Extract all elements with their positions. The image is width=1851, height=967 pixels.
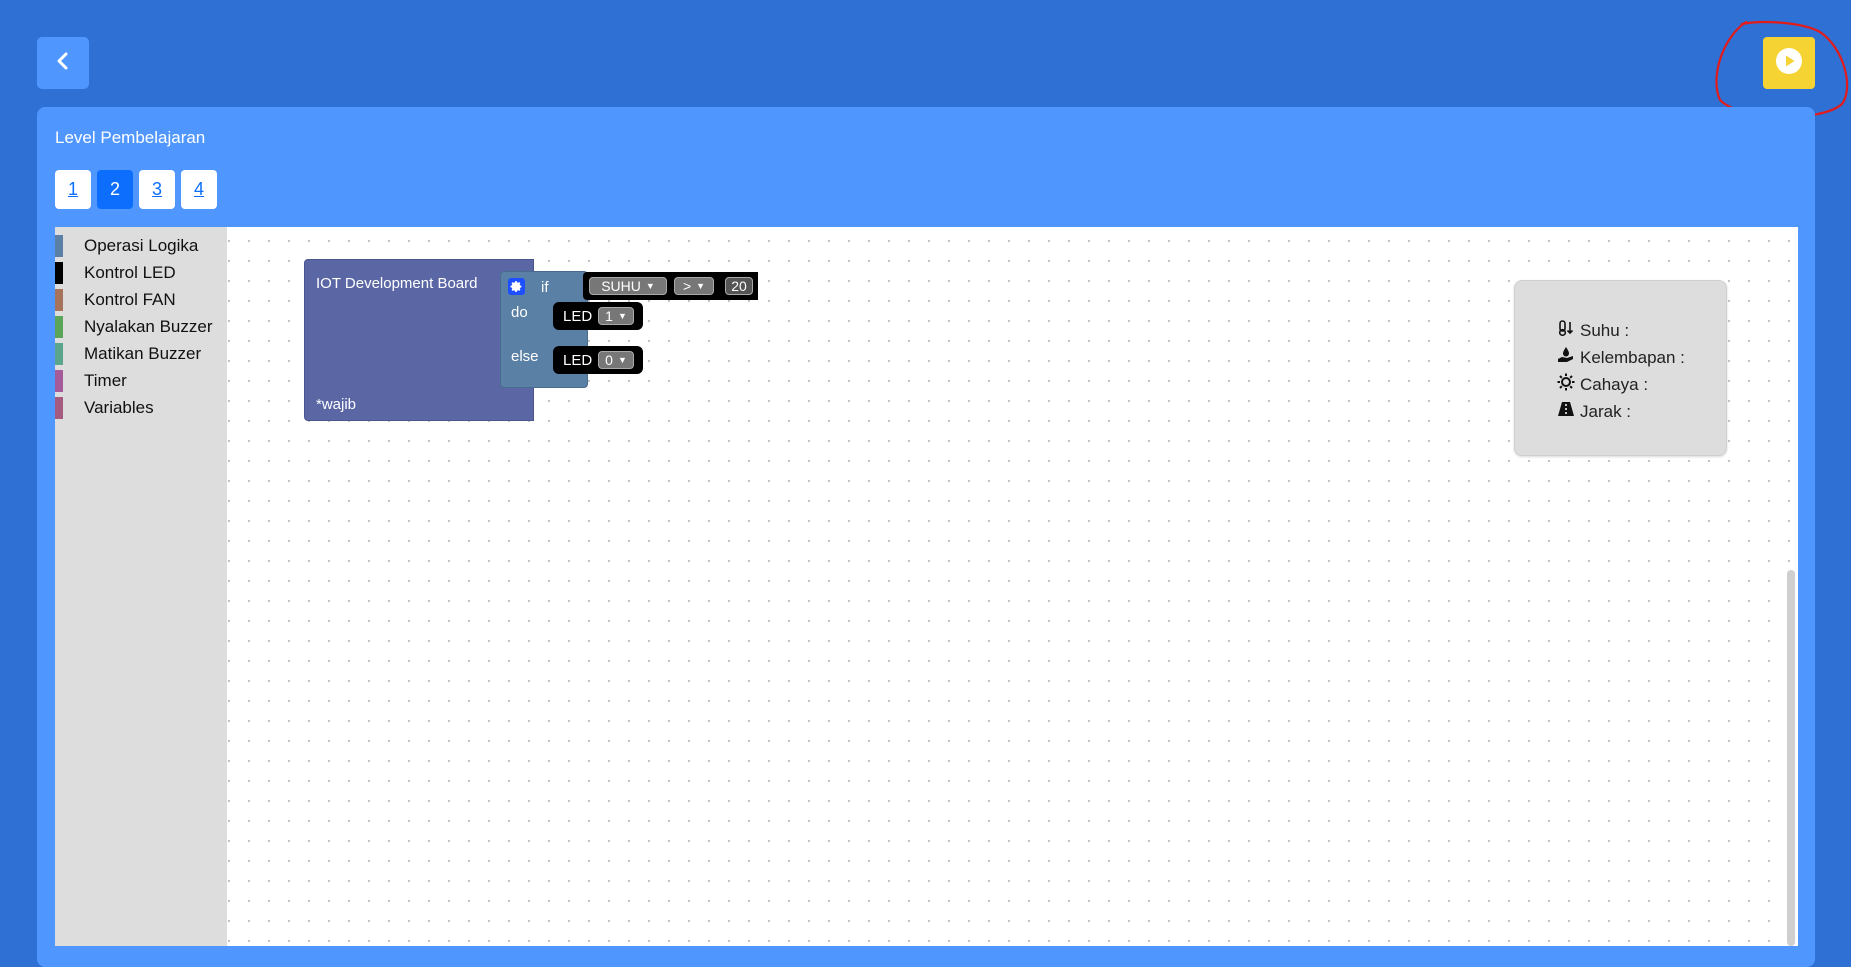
toolbox-category-matikan-buzzer[interactable]: Matikan Buzzer — [55, 341, 227, 367]
panel-title: Level Pembelajaran — [55, 128, 206, 147]
hand-droplet-icon — [1557, 346, 1575, 369]
category-color — [55, 235, 63, 257]
toolbox-category-nyalakan-buzzer[interactable]: Nyalakan Buzzer — [55, 314, 227, 340]
workspace-scrollbar[interactable] — [1787, 570, 1795, 946]
sensor-label: Jarak : — [1580, 401, 1632, 421]
sensor-row-cahaya: Cahaya : — [1557, 373, 1648, 396]
category-color — [55, 370, 63, 392]
led-do-block[interactable]: LED 1 ▼ — [553, 302, 643, 330]
dropdown-arrow-icon: ▼ — [696, 281, 706, 291]
level-1-button[interactable]: 1 — [55, 170, 91, 209]
chevron-left-icon — [53, 51, 73, 76]
category-label: Kontrol FAN — [84, 290, 176, 309]
toolbox-category-kontrol-led[interactable]: Kontrol LED — [55, 260, 227, 286]
toolbox: Operasi Logika Kontrol LED Kontrol FAN N… — [55, 227, 227, 946]
level-2-button[interactable]: 2 — [97, 170, 133, 209]
sensor-row-jarak: Jarak : — [1557, 400, 1631, 423]
operator-dropdown[interactable]: > ▼ — [674, 277, 714, 295]
operator-value: > — [682, 278, 692, 294]
sensor-label: Kelembapan : — [1580, 347, 1685, 367]
led-do-dropdown[interactable]: 1 ▼ — [598, 307, 634, 325]
sensor-readout-card: Suhu : Kelembapan : Cahaya : Jarak : — [1514, 280, 1727, 456]
play-icon — [1775, 47, 1803, 80]
sensor-label: Suhu : — [1580, 320, 1630, 340]
led-else-block[interactable]: LED 0 ▼ — [553, 346, 643, 374]
level-4-button[interactable]: 4 — [181, 170, 217, 209]
category-label: Kontrol LED — [84, 263, 176, 282]
toolbox-category-timer[interactable]: Timer — [55, 368, 227, 394]
led-do-value: 1 — [605, 308, 613, 324]
sun-icon — [1557, 373, 1575, 396]
do-label: do — [511, 304, 528, 321]
led-else-dropdown[interactable]: 0 ▼ — [598, 351, 634, 369]
category-color — [55, 262, 63, 284]
thermometer-icon — [1557, 319, 1575, 342]
variable-dropdown[interactable]: SUHU ▼ — [589, 277, 667, 295]
led-else-value: 0 — [605, 352, 613, 368]
board-block-note: *wajib — [316, 396, 357, 413]
led-label: LED — [563, 308, 593, 325]
sensor-row-suhu: Suhu : — [1557, 319, 1629, 342]
category-label: Operasi Logika — [84, 236, 199, 255]
category-label: Variables — [84, 398, 154, 417]
blockly-workspace[interactable]: Operasi Logika Kontrol LED Kontrol FAN N… — [55, 227, 1798, 946]
if-label: if — [541, 279, 549, 296]
back-button[interactable] — [37, 37, 89, 89]
category-color — [55, 397, 63, 419]
run-button[interactable] — [1763, 37, 1815, 89]
else-label: else — [511, 348, 539, 365]
toolbox-category-variables[interactable]: Variables — [55, 395, 227, 421]
variable-value: SUHU — [601, 278, 641, 294]
category-label: Timer — [84, 371, 127, 390]
dropdown-arrow-icon: ▼ — [617, 355, 627, 365]
category-label: Nyalakan Buzzer — [84, 317, 213, 336]
category-color — [55, 316, 63, 338]
category-color — [55, 289, 63, 311]
condition-block[interactable]: SUHU ▼ > ▼ 20 — [583, 272, 758, 300]
board-block-title: IOT Development Board — [316, 275, 478, 292]
gear-icon[interactable] — [508, 278, 525, 295]
road-icon — [1557, 400, 1575, 423]
led-label: LED — [563, 352, 593, 369]
level-3-button[interactable]: 3 — [139, 170, 175, 209]
dropdown-arrow-icon: ▼ — [617, 311, 627, 321]
category-label: Matikan Buzzer — [84, 344, 202, 363]
level-selector: 1 2 3 4 — [55, 170, 217, 209]
toolbox-category-operasi-logika[interactable]: Operasi Logika — [55, 233, 227, 259]
category-color — [55, 343, 63, 365]
toolbox-category-kontrol-fan[interactable]: Kontrol FAN — [55, 287, 227, 313]
sensor-row-kelembapan: Kelembapan : — [1557, 346, 1685, 369]
dropdown-arrow-icon: ▼ — [645, 281, 655, 291]
threshold-input[interactable]: 20 — [725, 277, 753, 295]
sensor-label: Cahaya : — [1580, 374, 1649, 394]
